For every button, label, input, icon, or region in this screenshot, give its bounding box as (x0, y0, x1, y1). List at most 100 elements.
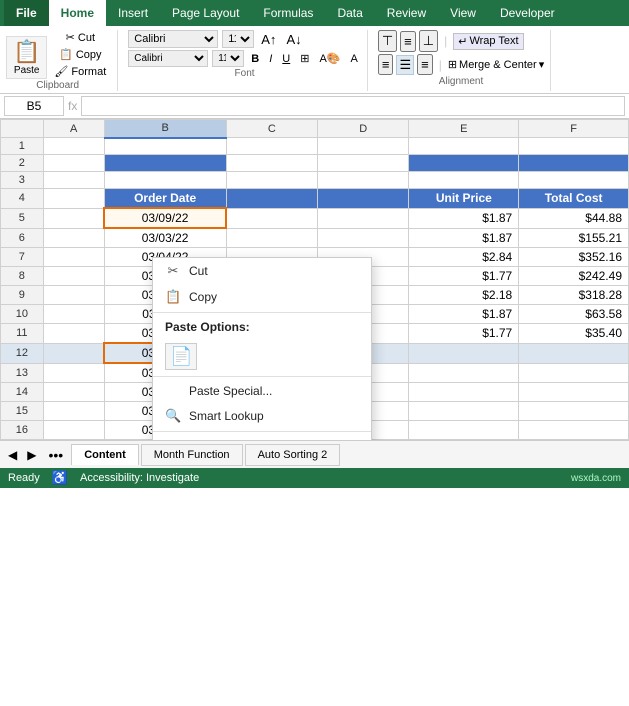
table-cell[interactable] (409, 138, 519, 155)
menu-item-insert[interactable]: Insert... (153, 434, 371, 440)
table-cell[interactable]: $1.87 (409, 305, 519, 324)
table-cell[interactable] (519, 343, 629, 363)
sheet-tab-autosorting[interactable]: Auto Sorting 2 (245, 444, 341, 466)
table-cell[interactable] (43, 248, 104, 267)
table-cell[interactable]: $155.21 (519, 228, 629, 248)
tab-home[interactable]: Home (49, 0, 106, 26)
menu-item-cut[interactable]: ✂ Cut (153, 258, 371, 284)
tab-formulas[interactable]: Formulas (251, 0, 325, 26)
tab-review[interactable]: Review (375, 0, 438, 26)
table-cell[interactable] (409, 363, 519, 383)
table-cell[interactable] (43, 155, 104, 172)
table-cell[interactable] (43, 402, 104, 421)
table-cell[interactable] (409, 421, 519, 440)
sheet-tab-month[interactable]: Month Function (141, 444, 243, 466)
align-right-button[interactable]: ≡ (417, 54, 433, 75)
col-a-header[interactable]: A (43, 120, 104, 138)
table-cell[interactable] (519, 155, 629, 172)
menu-item-paste-icon[interactable]: 📄 (153, 339, 371, 374)
table-cell[interactable]: $318.28 (519, 286, 629, 305)
table-cell[interactable] (318, 172, 409, 189)
table-cell[interactable]: 03/09/22 (104, 208, 226, 228)
border-button[interactable]: ⊞ (297, 51, 312, 66)
menu-item-smart-lookup[interactable]: 🔍 Smart Lookup (153, 403, 371, 429)
table-cell[interactable] (226, 138, 317, 155)
menu-item-paste-special[interactable]: Paste Special... (153, 379, 371, 403)
table-cell[interactable] (43, 228, 104, 248)
table-cell[interactable] (318, 228, 409, 248)
underline-button[interactable]: U (279, 52, 293, 66)
table-cell[interactable]: $242.49 (519, 267, 629, 286)
table-cell[interactable]: $63.58 (519, 305, 629, 324)
table-cell[interactable] (519, 363, 629, 383)
align-middle-button[interactable]: ≡ (400, 31, 416, 52)
align-top-button[interactable]: ⊤ (378, 30, 397, 52)
col-f-header[interactable]: F (519, 120, 629, 138)
table-cell[interactable] (226, 172, 317, 189)
bold-button[interactable]: B (248, 52, 262, 66)
table-cell[interactable] (43, 208, 104, 228)
font-family-select2[interactable]: Calibri (128, 50, 208, 67)
decrease-font-button[interactable]: A↓ (283, 31, 304, 48)
table-cell[interactable] (43, 324, 104, 344)
menu-item-copy[interactable]: 📋 Copy (153, 284, 371, 310)
table-cell[interactable] (409, 383, 519, 402)
table-cell[interactable] (104, 138, 226, 155)
align-bottom-button[interactable]: ⊥ (419, 30, 438, 52)
table-cell[interactable] (43, 172, 104, 189)
table-cell[interactable] (519, 383, 629, 402)
col-d-header[interactable]: D (318, 120, 409, 138)
table-cell[interactable]: Total Cost (519, 189, 629, 209)
table-cell[interactable]: 03/03/22 (104, 228, 226, 248)
font-family-select[interactable]: Calibri (128, 30, 218, 48)
table-cell[interactable] (519, 172, 629, 189)
cut-button[interactable]: ✂ Cut (51, 30, 109, 45)
table-cell[interactable] (409, 402, 519, 421)
cell-reference[interactable] (4, 96, 64, 116)
nav-prev-icon[interactable]: ◀ (4, 446, 21, 464)
table-cell[interactable]: $352.16 (519, 248, 629, 267)
col-c-header[interactable]: C (226, 120, 317, 138)
table-cell[interactable] (104, 172, 226, 189)
wrap-text-button[interactable]: ↵ Wrap Text (453, 33, 523, 50)
table-cell[interactable] (43, 305, 104, 324)
italic-button[interactable]: I (266, 52, 275, 66)
table-cell[interactable]: $1.87 (409, 228, 519, 248)
nav-next-icon[interactable]: ▶ (23, 446, 40, 464)
table-cell[interactable] (226, 208, 317, 228)
tab-developer[interactable]: Developer (488, 0, 567, 26)
table-cell[interactable]: $35.40 (519, 324, 629, 344)
col-b-header[interactable]: B (104, 120, 226, 138)
table-cell[interactable] (43, 383, 104, 402)
table-cell[interactable] (226, 189, 317, 209)
align-center-button[interactable]: ☰ (396, 55, 414, 75)
table-cell[interactable] (43, 421, 104, 440)
table-cell[interactable] (318, 155, 409, 172)
table-cell[interactable]: $2.18 (409, 286, 519, 305)
table-cell[interactable] (318, 208, 409, 228)
table-cell[interactable] (43, 267, 104, 286)
table-cell[interactable]: Order Date (104, 189, 226, 209)
tab-view[interactable]: View (438, 0, 488, 26)
table-cell[interactable] (43, 286, 104, 305)
table-cell[interactable] (318, 138, 409, 155)
table-cell[interactable] (409, 172, 519, 189)
paste-button[interactable]: 📋 Paste (6, 36, 47, 79)
font-size-select[interactable]: 11 (222, 30, 254, 48)
table-cell[interactable]: $1.77 (409, 267, 519, 286)
table-cell[interactable] (43, 343, 104, 363)
table-cell[interactable] (519, 138, 629, 155)
dots-icon[interactable]: ••• (42, 445, 69, 465)
table-cell[interactable]: Unit Price (409, 189, 519, 209)
copy-button[interactable]: 📋 Copy (51, 47, 109, 62)
table-cell[interactable] (226, 228, 317, 248)
format-painter-button[interactable]: 🖌 Format (51, 64, 109, 79)
tab-file[interactable]: File (4, 0, 49, 26)
merge-cells-button[interactable]: ⊞ Merge & Center ▾ (448, 58, 544, 71)
table-cell[interactable] (43, 138, 104, 155)
fill-color-button[interactable]: A🎨 (316, 51, 343, 66)
align-left-button[interactable]: ≡ (378, 54, 394, 75)
col-e-header[interactable]: E (409, 120, 519, 138)
tab-data[interactable]: Data (325, 0, 374, 26)
table-cell[interactable] (318, 189, 409, 209)
